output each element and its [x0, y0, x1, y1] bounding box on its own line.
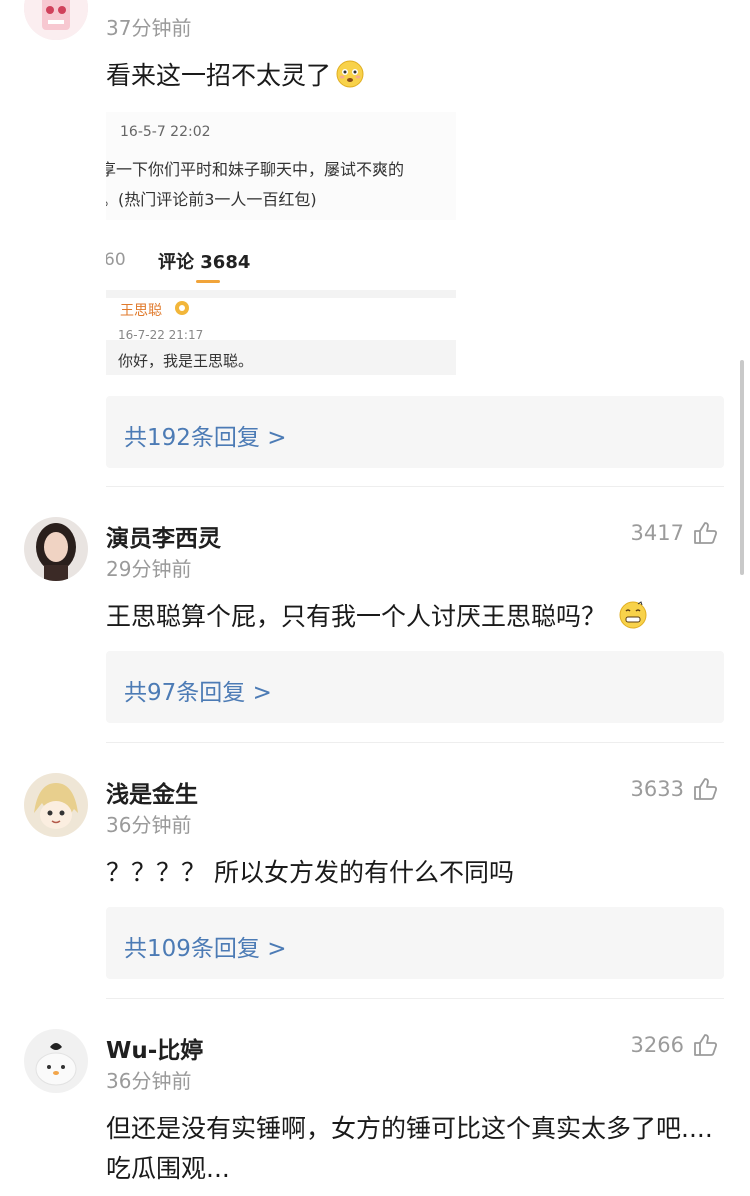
avatar[interactable] — [24, 1029, 88, 1093]
comment-item: 演员李西灵 29分钟前 3417 王思聪算个屁，只有我一个人讨厌王思聪吗？ 共9… — [0, 487, 750, 743]
comment-text: 但还是没有实锤啊，女方的锤可比这个真实太多了吧....吃瓜围观... — [106, 1114, 713, 1183]
avatar[interactable] — [24, 517, 88, 581]
avatar[interactable] — [24, 773, 88, 837]
grimace-face-icon — [619, 601, 647, 629]
avatar-image — [24, 1029, 88, 1093]
view-replies-link[interactable]: 共109条回复 > — [124, 929, 286, 963]
vip-badge-icon — [175, 301, 189, 315]
embed-separator — [106, 290, 456, 298]
like-button[interactable]: 3417 — [631, 520, 718, 546]
timestamp: 36分钟前 — [106, 813, 192, 837]
embedded-screenshot[interactable]: 16-5-7 22:02 享一下你们平时和妹子聊天中，屡试不爽的 。(热门评论前… — [106, 112, 456, 375]
timestamp: 29分钟前 — [106, 557, 192, 581]
replies-box[interactable]: 共97条回复 > — [106, 651, 724, 723]
scrollbar[interactable] — [740, 360, 744, 575]
username[interactable]: 演员李西灵 — [106, 519, 221, 553]
comment-item: Wu-比婷 36分钟前 3266 但还是没有实锤啊，女方的锤可比这个真实太多了吧… — [0, 999, 750, 1196]
thumbs-up-icon — [694, 522, 718, 544]
embed-tab-reposts: 60 — [106, 250, 126, 270]
embed-tab-comments: 评论 3684 — [158, 252, 251, 273]
username[interactable]: Wu-比婷 — [106, 1031, 203, 1065]
embed-date: 16-5-7 22:02 — [120, 124, 211, 140]
like-count: 3417 — [630, 521, 684, 545]
view-replies-link[interactable]: 共97条回复 > — [124, 673, 272, 707]
embed-post-line2: 。(热门评论前3一人一百红包) — [106, 190, 317, 209]
flushed-face-icon — [336, 60, 364, 88]
timestamp: 37分钟前 — [106, 16, 192, 40]
comment-text: 看来这一招不太灵了 — [106, 56, 726, 96]
comment-text-body: 看来这一招不太灵了 — [106, 61, 332, 90]
like-button[interactable]: 3266 — [631, 1032, 718, 1058]
thumbs-up-icon — [694, 1034, 718, 1056]
view-replies-link[interactable]: 共192条回复 > — [124, 418, 286, 452]
username[interactable]: 浅是金生 — [106, 775, 198, 809]
embed-comment-text: 你好，我是王思聪。 — [118, 352, 254, 370]
embed-comments-panel — [106, 220, 456, 340]
comment-text: 王思聪算个屁，只有我一个人讨厌王思聪吗？ — [106, 597, 726, 637]
like-button[interactable]: 3633 — [631, 776, 718, 802]
embed-tab-indicator — [196, 280, 220, 283]
timestamp: 36分钟前 — [106, 1069, 192, 1093]
avatar[interactable] — [24, 0, 88, 40]
avatar-image — [24, 517, 88, 581]
embed-post-line1: 享一下你们平时和妹子聊天中，屡试不爽的 — [106, 160, 405, 179]
comment-item: 浅是金生 36分钟前 3633 ？？？？ 所以女方发的有什么不同吗 共109条回… — [0, 743, 750, 999]
embed-commenter-name: 王思聪 — [120, 303, 162, 319]
like-count: 3266 — [630, 1033, 684, 1057]
comment-item: 37分钟前 看来这一招不太灵了 16-5-7 22:02 享一下你们平时和妹子聊… — [0, 0, 750, 487]
replies-box[interactable]: 共109条回复 > — [106, 907, 724, 979]
avatar-image — [24, 0, 88, 40]
thumbs-up-icon — [694, 778, 718, 800]
like-count: 3633 — [630, 777, 684, 801]
avatar-image — [24, 773, 88, 837]
embed-comment-date: 16-7-22 21:17 — [118, 328, 204, 342]
comment-text: ？？？？ 所以女方发的有什么不同吗 — [106, 858, 514, 887]
replies-box[interactable]: 共192条回复 > — [106, 396, 724, 468]
comment-text-body: 王思聪算个屁，只有我一个人讨厌王思聪吗？ — [106, 602, 607, 631]
